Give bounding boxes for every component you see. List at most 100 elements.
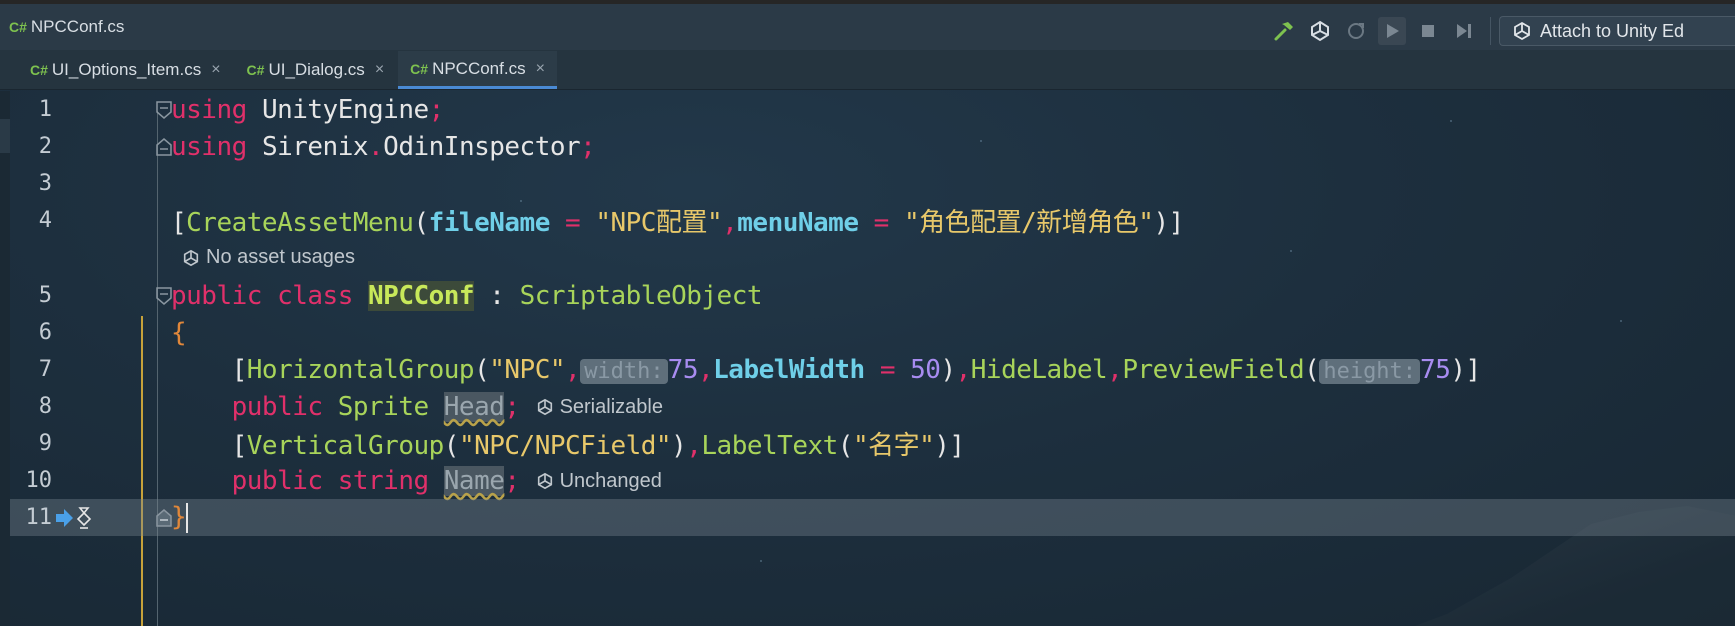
semicolon: ;	[580, 131, 596, 162]
parameter-name-hint: height:	[1319, 358, 1421, 384]
comma: ,	[722, 208, 738, 238]
hammer-icon	[1274, 22, 1293, 41]
code-line-8[interactable]: 8 public Sprite Head; Serializable	[10, 388, 1735, 425]
comma: ,	[697, 354, 714, 385]
field-name[interactable]: Head	[443, 391, 505, 422]
semicolon: ;	[504, 391, 520, 422]
fold-icon[interactable]	[156, 286, 172, 305]
code-text: using UnityEngine;	[171, 95, 444, 125]
gutter-mark	[0, 119, 10, 153]
ide-window: C# NPCConf.cs Attach to Unity Ed C# UI_O…	[0, 0, 1735, 626]
attribute-name: HideLabel	[970, 354, 1108, 385]
namespace: OdinInspector	[383, 131, 581, 162]
code-line-2[interactable]: 2 using Sirenix.OdinInspector;	[10, 128, 1735, 165]
code-line-1[interactable]: 1 using UnityEngine;	[10, 91, 1735, 128]
equals: =	[864, 354, 911, 385]
string-literal: "NPC配置"	[595, 208, 723, 238]
window-title-text: NPCConf.cs	[30, 17, 125, 36]
tab-label: NPCConf.cs	[432, 58, 526, 78]
asset-usages-hint[interactable]: No asset usages	[182, 246, 355, 269]
comma: ,	[565, 354, 581, 385]
code-line-10[interactable]: 10 public string Name; Unchanged	[10, 462, 1735, 499]
bracket: [	[171, 208, 187, 238]
unchanged-hint[interactable]: Unchanged	[536, 470, 662, 493]
csharp-file-icon: C#	[9, 19, 27, 35]
serializable-hint[interactable]: Serializable	[536, 396, 663, 419]
close-icon[interactable]: ×	[375, 61, 384, 79]
comma: ,	[1107, 354, 1123, 385]
number-literal: 50	[910, 354, 941, 385]
paren: (	[443, 431, 460, 461]
left-gutter-strip	[0, 91, 10, 626]
code-text: [HorizontalGroup("NPC", width: 75,LabelWid…	[171, 354, 1482, 385]
code-vision-hint-line: No asset usages	[10, 239, 1735, 276]
code-text: public class NPCConf : ScriptableObject	[171, 280, 763, 311]
code-line-11[interactable]: 11 }	[10, 499, 1735, 536]
attach-to-unity-button[interactable]: Attach to Unity Ed	[1499, 16, 1735, 46]
named-argument: fileName	[428, 208, 551, 238]
unity-attach-icon	[1514, 21, 1530, 41]
tab-ui-options-item[interactable]: C# UI_Options_Item.cs ×	[18, 51, 233, 89]
semicolon: ;	[428, 94, 445, 125]
tab-ui-dialog[interactable]: C# UI_Dialog.cs ×	[235, 51, 397, 89]
code-line-5[interactable]: 5 public class NPCConf : ScriptableObjec…	[10, 277, 1735, 314]
csharp-file-icon: C#	[246, 62, 265, 78]
paren: )	[940, 354, 956, 385]
code-line-4[interactable]: 4 [CreateAssetMenu(fileName = "NPC配置",me…	[10, 202, 1735, 239]
step-icon	[1457, 24, 1471, 38]
step-button[interactable]	[1450, 17, 1478, 45]
string-literal: "名字"	[852, 431, 935, 461]
code-line-9[interactable]: 9 [VerticalGroup("NPC/NPCField"),LabelTe…	[10, 425, 1735, 462]
hint-text: Unchanged	[559, 469, 662, 492]
reload-button[interactable]	[1342, 17, 1370, 45]
code-line-6[interactable]: 6 {	[10, 314, 1735, 351]
code-line-3[interactable]: 3	[10, 165, 1735, 202]
hint-text: Serializable	[559, 395, 663, 418]
line-number: 4	[38, 208, 52, 233]
paren: (	[474, 354, 490, 385]
build-button[interactable]	[1270, 17, 1298, 45]
paren: (	[837, 431, 854, 461]
open-brace: {	[171, 317, 187, 348]
play-icon	[1387, 24, 1399, 38]
unity-icon	[1311, 20, 1329, 42]
title-bar: C# NPCConf.cs Attach to Unity Ed	[0, 0, 1735, 50]
fold-end-icon[interactable]	[156, 508, 172, 527]
base-class: ScriptableObject	[519, 280, 763, 311]
stop-button[interactable]	[1414, 17, 1442, 45]
close-icon[interactable]: ×	[536, 60, 545, 78]
keyword: public	[231, 465, 323, 496]
bracket: )]	[934, 431, 965, 461]
attribute-name: VerticalGroup	[246, 431, 445, 461]
tab-label: UI_Options_Item.cs	[51, 60, 202, 79]
bracket: )]	[1153, 208, 1184, 238]
bracket: )]	[1450, 354, 1481, 385]
unity-play-button[interactable]	[1306, 17, 1334, 45]
code-editor[interactable]: 1 using UnityEngine; 2 using Sirenix.Odi…	[0, 91, 1735, 626]
attribute-name: HorizontalGroup	[246, 354, 475, 385]
string-literal: "角色配置/新增角色"	[903, 208, 1154, 238]
type-name: Sprite	[337, 391, 429, 422]
field-name[interactable]: Name	[443, 465, 505, 496]
string-literal: "NPC"	[489, 354, 566, 385]
fold-icon[interactable]	[156, 137, 172, 156]
run-toolbar: Attach to Unity Ed	[1266, 8, 1735, 54]
text-cursor	[186, 502, 189, 533]
run-button[interactable]	[1378, 17, 1406, 45]
stop-icon	[1422, 25, 1434, 37]
code-text: {	[171, 317, 187, 348]
tab-npcconf[interactable]: C# NPCConf.cs ×	[398, 51, 557, 89]
fold-icon[interactable]	[156, 100, 172, 119]
paren: )	[671, 431, 687, 461]
attach-button-label: Attach to Unity Ed	[1540, 20, 1685, 41]
code-line-7[interactable]: 7 [HorizontalGroup("NPC", width: 75,LabelW…	[10, 351, 1735, 388]
csharp-file-icon: C#	[30, 62, 48, 78]
named-argument: LabelWidth	[713, 354, 865, 385]
csharp-file-icon: C#	[410, 60, 429, 77]
line-number: 3	[38, 171, 52, 196]
code-text: public Sprite Head; Serializable	[171, 391, 663, 422]
keyword: using	[171, 131, 247, 162]
close-icon[interactable]: ×	[211, 61, 220, 79]
keyword: public	[231, 391, 323, 422]
run-gutter-icon[interactable]	[54, 505, 96, 531]
